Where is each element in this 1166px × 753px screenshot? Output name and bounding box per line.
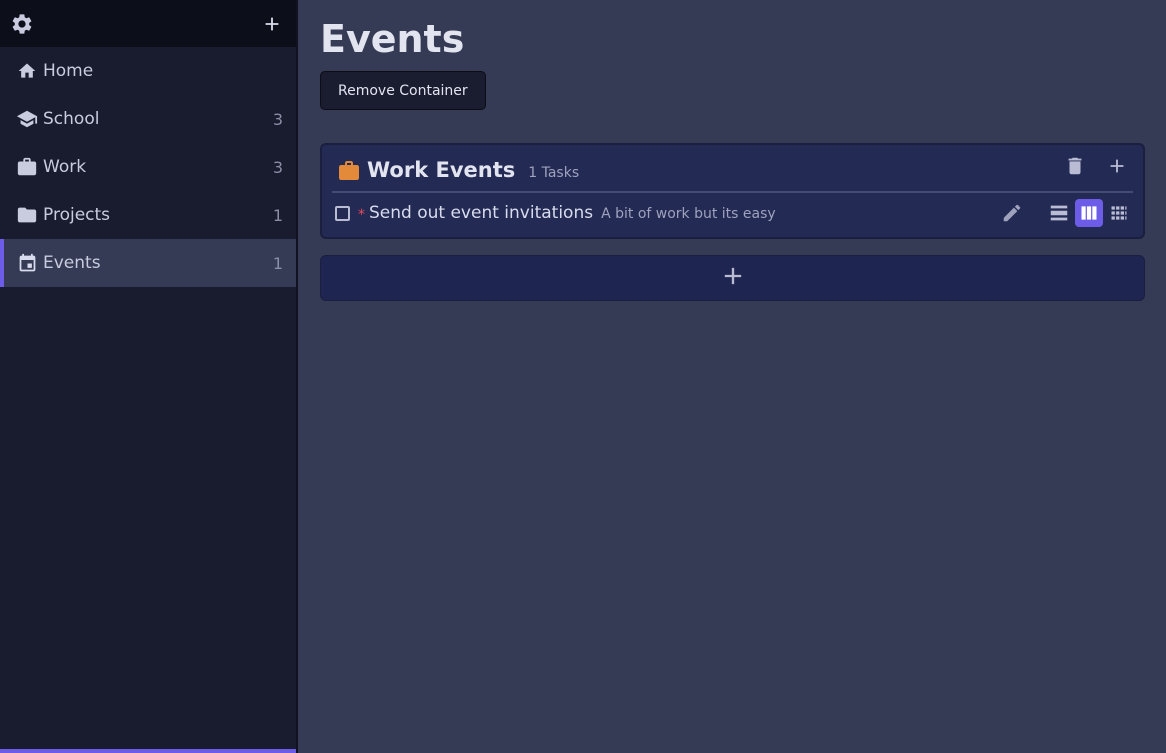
list-view-icon[interactable] (1045, 199, 1073, 227)
container-header: Work Events 1 Tasks (332, 145, 1133, 193)
sidebar-nav: Home School 3 Work 3 Projects 1 Events 1 (0, 47, 296, 287)
main-content: Events Remove Container Work Events 1 Ta… (300, 0, 1166, 753)
plus-icon[interactable] (260, 12, 284, 36)
remove-container-button[interactable]: Remove Container (320, 71, 486, 110)
app-window: Home School 3 Work 3 Projects 1 Events 1… (0, 0, 1166, 753)
plus-icon[interactable] (1105, 154, 1129, 178)
gear-icon[interactable] (10, 12, 34, 36)
container-task-count: 1 Tasks (528, 165, 580, 181)
sidebar-item-count: 1 (272, 253, 283, 273)
task-container: Work Events 1 Tasks * Send out event inv… (320, 143, 1145, 239)
grid-view-icon[interactable] (1105, 199, 1133, 227)
pencil-icon[interactable] (999, 200, 1025, 226)
task-row: * Send out event invitations A bit of wo… (332, 193, 1133, 233)
sidebar-item-work[interactable]: Work 3 (0, 143, 296, 191)
graduation-cap-icon (16, 108, 38, 130)
calendar-icon (16, 252, 38, 274)
sidebar-item-label: Projects (43, 205, 111, 225)
container-actions (1063, 154, 1133, 178)
sidebar-item-count: 1 (272, 205, 283, 225)
add-container-button[interactable] (320, 255, 1145, 301)
sidebar-item-label: Events (43, 253, 101, 273)
sidebar-item-projects[interactable]: Projects 1 (0, 191, 296, 239)
sidebar-bottom-accent (0, 749, 296, 753)
folder-icon (16, 204, 38, 226)
briefcase-icon (337, 159, 361, 183)
briefcase-icon (16, 156, 38, 178)
sidebar-header (0, 0, 296, 47)
container-title: Work Events (367, 158, 516, 182)
page-title: Events (320, 17, 465, 61)
task-actions (999, 199, 1133, 227)
task-title[interactable]: Send out event invitations (369, 203, 593, 223)
sidebar-item-count: 3 (272, 157, 283, 177)
priority-marker: * (358, 206, 365, 223)
columns-view-icon[interactable] (1075, 199, 1103, 227)
sidebar-item-events[interactable]: Events 1 (0, 239, 296, 287)
plus-icon (719, 262, 747, 294)
trash-icon[interactable] (1063, 154, 1087, 178)
home-icon (16, 60, 38, 82)
sidebar-item-label: School (43, 109, 100, 129)
task-description: A bit of work but its easy (601, 205, 776, 222)
task-checkbox[interactable] (335, 205, 350, 221)
sidebar: Home School 3 Work 3 Projects 1 Events 1 (0, 0, 298, 753)
sidebar-item-school[interactable]: School 3 (0, 95, 296, 143)
sidebar-item-label: Work (43, 157, 87, 177)
sidebar-item-label: Home (43, 61, 94, 81)
sidebar-item-home[interactable]: Home (0, 47, 296, 95)
sidebar-item-count: 3 (272, 109, 283, 129)
